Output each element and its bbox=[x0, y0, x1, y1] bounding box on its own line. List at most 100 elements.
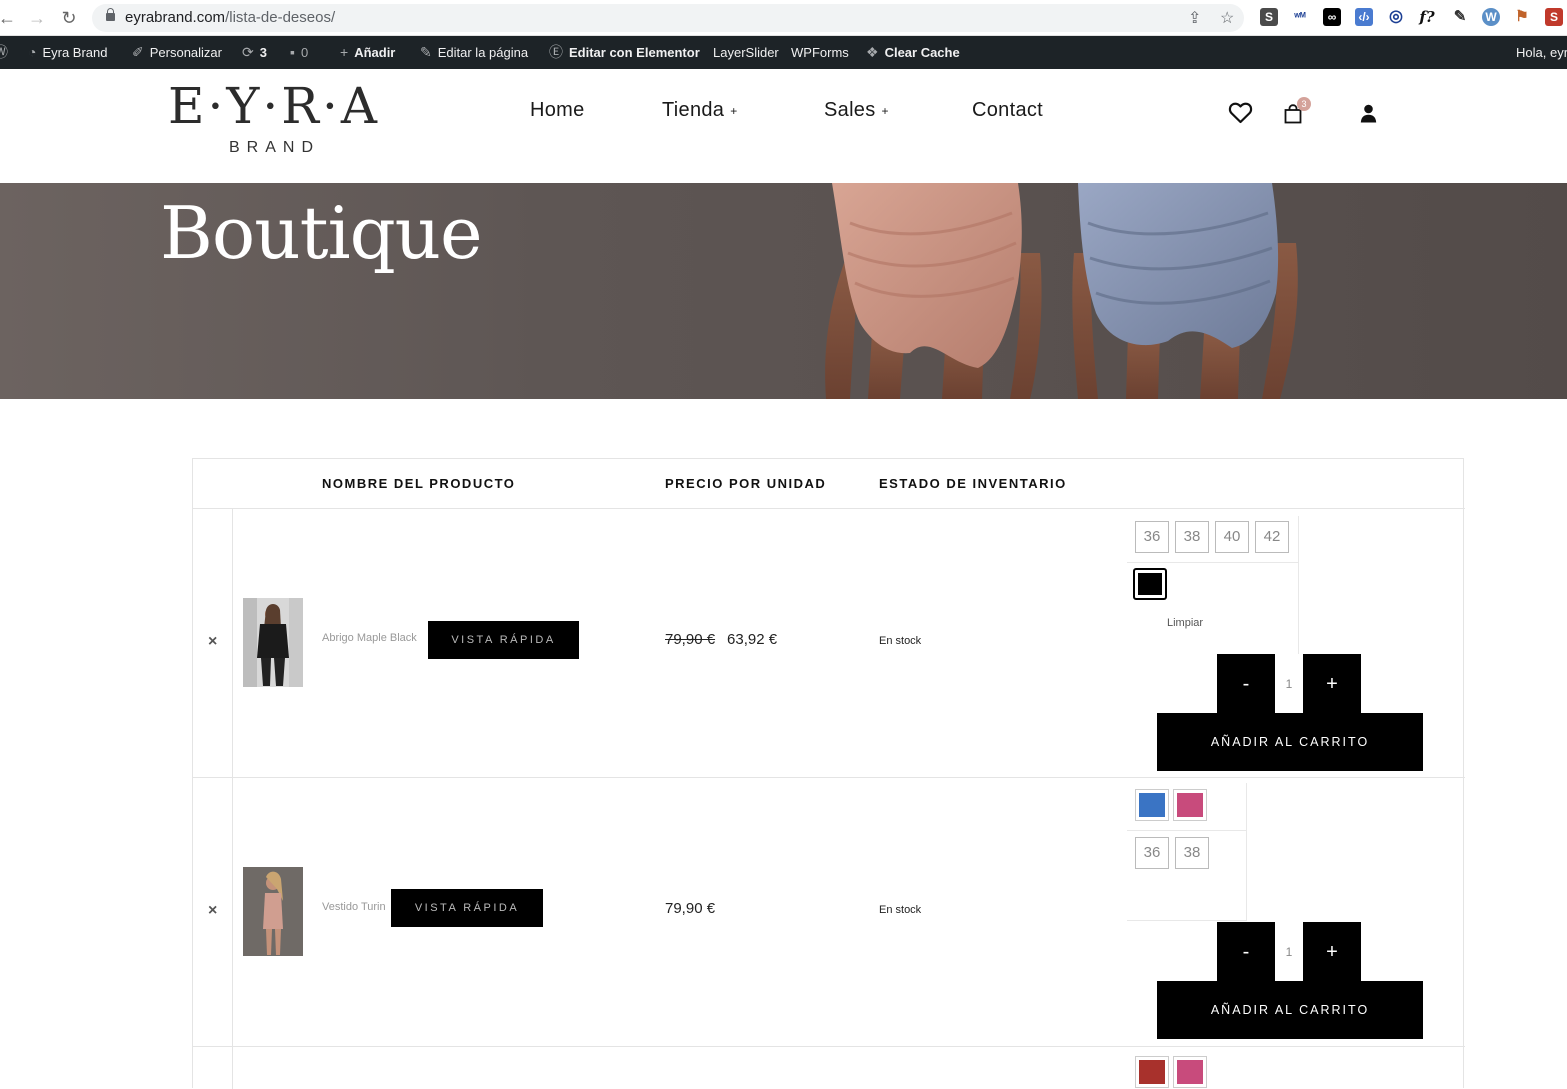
quantity-plus-button[interactable]: + bbox=[1303, 922, 1361, 982]
plus-icon: + bbox=[340, 44, 349, 60]
adminbar-edit-elementor[interactable]: Ⓔ Editar con Elementor bbox=[549, 36, 700, 69]
extension-wave-icon[interactable]: ʷᴹ bbox=[1291, 8, 1309, 26]
product-thumbnail[interactable] bbox=[243, 598, 303, 687]
address-bar[interactable]: eyrabrand.com/lista-de-deseos/ ⇪ ☆ bbox=[92, 4, 1244, 32]
stock-status: En stock bbox=[879, 635, 922, 647]
back-arrow-icon[interactable]: ← bbox=[0, 6, 18, 30]
quantity-minus-button[interactable]: - bbox=[1217, 654, 1275, 714]
adminbar-site-name[interactable]: ◔ Eyra Brand bbox=[28, 36, 108, 69]
nav-sales-expand-icon[interactable]: + bbox=[882, 104, 889, 118]
size-option-36[interactable]: 36 bbox=[1135, 837, 1169, 869]
product-name-link[interactable]: Vestido Turin bbox=[322, 901, 386, 913]
swatch-fill bbox=[1138, 573, 1162, 595]
url-domain: eyrabrand.com bbox=[125, 9, 226, 26]
color-swatch-black[interactable] bbox=[1133, 568, 1167, 600]
dashboard-icon: ◔ bbox=[28, 44, 37, 60]
variation-divider bbox=[1127, 920, 1246, 921]
row-divider bbox=[193, 777, 1465, 778]
adminbar-edit-page[interactable]: ✎ Editar la página bbox=[420, 36, 528, 69]
quantity-plus-button[interactable]: + bbox=[1303, 654, 1361, 714]
quick-view-button[interactable]: VISTA RÁPIDA bbox=[391, 889, 543, 927]
extension-infinity-icon[interactable]: ∞ bbox=[1323, 8, 1341, 26]
size-option-42[interactable]: 42 bbox=[1255, 521, 1289, 553]
adminbar-customize[interactable]: ✐ Personalizar bbox=[132, 36, 222, 69]
extension-red-icon[interactable]: S bbox=[1545, 8, 1563, 26]
column-header-unit-price: PRECIO POR UNIDAD bbox=[665, 476, 827, 491]
extension-code-icon[interactable]: ‹/› bbox=[1355, 8, 1373, 26]
size-option-40[interactable]: 40 bbox=[1215, 521, 1249, 553]
comment-icon: ▪ bbox=[290, 44, 295, 60]
user-account-icon[interactable] bbox=[1360, 104, 1377, 123]
extension-eyedropper-icon[interactable]: ✎ bbox=[1451, 8, 1469, 26]
adminbar-updates[interactable]: ⟳ 3 bbox=[242, 36, 267, 69]
cart-count-badge: 3 bbox=[1297, 97, 1311, 111]
quantity-input[interactable]: 1 bbox=[1275, 922, 1303, 982]
nav-sales[interactable]: Sales + bbox=[824, 99, 889, 122]
add-to-cart-button[interactable]: AÑADIR AL CARRITO bbox=[1157, 981, 1423, 1039]
product-name-link[interactable]: Abrigo Maple Black bbox=[322, 632, 417, 644]
adminbar-clear-cache[interactable]: ❖ Clear Cache bbox=[866, 36, 960, 69]
row-divider bbox=[193, 1046, 1465, 1047]
column-header-stock-status: ESTADO DE INVENTARIO bbox=[879, 476, 1067, 491]
extension-font-icon[interactable]: f? bbox=[1418, 8, 1436, 26]
wishlist-table: NOMBRE DEL PRODUCTO PRECIO POR UNIDAD ES… bbox=[192, 458, 1465, 1089]
unit-price: 79,90 € bbox=[665, 900, 716, 917]
heart-wishlist-icon[interactable] bbox=[1228, 102, 1253, 124]
add-to-cart-button[interactable]: AÑADIR AL CARRITO bbox=[1157, 713, 1423, 771]
color-swatch-blue[interactable] bbox=[1135, 789, 1169, 821]
lock-icon bbox=[106, 8, 115, 21]
variation-divider bbox=[1127, 562, 1298, 563]
site-header: E·Y·R·A BRAND Home Tienda + Sales + Contac… bbox=[0, 69, 1567, 183]
remove-item-button[interactable]: × bbox=[208, 633, 217, 651]
logo-wordmark[interactable]: E·Y·R·A bbox=[168, 77, 380, 135]
nav-home[interactable]: Home bbox=[530, 99, 585, 122]
nav-tienda[interactable]: Tienda + bbox=[662, 99, 738, 122]
adminbar-wpforms[interactable]: WPForms bbox=[791, 36, 849, 69]
wordpress-logo-icon[interactable]: Ⓦ bbox=[0, 36, 14, 69]
adminbar-greeting[interactable]: Hola, eyr bbox=[1516, 36, 1567, 69]
variation-selector: 36 38 40 42 Limpiar bbox=[1127, 516, 1299, 654]
quick-view-button[interactable]: VISTA RÁPIDA bbox=[428, 621, 579, 659]
original-price: 79,90 € bbox=[665, 631, 716, 648]
variation-divider bbox=[1127, 830, 1246, 831]
clear-selection-link[interactable]: Limpiar bbox=[1167, 617, 1203, 629]
forward-arrow-icon[interactable]: → bbox=[26, 6, 48, 30]
color-swatch-red[interactable] bbox=[1135, 1056, 1169, 1088]
share-icon[interactable]: ⇪ bbox=[1188, 8, 1201, 28]
wp-admin-bar: Ⓦ ◔ Eyra Brand ✐ Personalizar ⟳ 3 ▪ 0 + Añadi… bbox=[0, 36, 1567, 69]
extension-wordpress-icon[interactable]: W bbox=[1482, 8, 1500, 26]
sale-price: 63,92 € bbox=[727, 631, 778, 648]
url-path: /lista-de-deseos/ bbox=[225, 9, 336, 26]
remove-item-button[interactable]: × bbox=[208, 902, 217, 920]
adminbar-add-new[interactable]: + Añadir bbox=[340, 36, 395, 69]
color-swatch-pink[interactable] bbox=[1173, 789, 1207, 821]
color-swatch-pink[interactable] bbox=[1173, 1056, 1207, 1088]
page-title: Boutique bbox=[160, 191, 483, 275]
variation-selector: 36 38 bbox=[1127, 783, 1247, 921]
column-divider bbox=[232, 509, 233, 1089]
size-option-38[interactable]: 38 bbox=[1175, 521, 1209, 553]
elementor-icon: Ⓔ bbox=[549, 44, 563, 60]
pencil-icon: ✎ bbox=[420, 44, 432, 60]
size-option-38[interactable]: 38 bbox=[1175, 837, 1209, 869]
product-image-dress bbox=[243, 867, 303, 956]
browser-toolbar: ← → ↻ eyrabrand.com/lista-de-deseos/ ⇪ ☆… bbox=[0, 0, 1567, 36]
nav-contact[interactable]: Contact bbox=[972, 99, 1043, 122]
size-option-36[interactable]: 36 bbox=[1135, 521, 1169, 553]
swatch-fill bbox=[1177, 1060, 1203, 1084]
paintbrush-icon: ✐ bbox=[132, 44, 144, 60]
bookmark-star-icon[interactable]: ☆ bbox=[1220, 8, 1234, 28]
extension-circle-icon[interactable]: ◎ bbox=[1387, 8, 1405, 26]
reload-icon[interactable]: ↻ bbox=[58, 6, 80, 30]
swatch-fill bbox=[1139, 1060, 1165, 1084]
stock-status: En stock bbox=[879, 904, 922, 916]
extension-s-icon[interactable]: S bbox=[1260, 8, 1278, 26]
product-thumbnail[interactable] bbox=[243, 867, 303, 956]
quantity-input[interactable]: 1 bbox=[1275, 654, 1303, 714]
quantity-minus-button[interactable]: - bbox=[1217, 922, 1275, 982]
column-header-product-name: NOMBRE DEL PRODUCTO bbox=[322, 476, 516, 491]
adminbar-comments[interactable]: ▪ 0 bbox=[290, 36, 308, 69]
nav-tienda-expand-icon[interactable]: + bbox=[730, 104, 737, 118]
adminbar-layerslider[interactable]: LayerSlider bbox=[713, 36, 779, 69]
extension-flag-icon[interactable]: ⚑ bbox=[1513, 8, 1531, 26]
